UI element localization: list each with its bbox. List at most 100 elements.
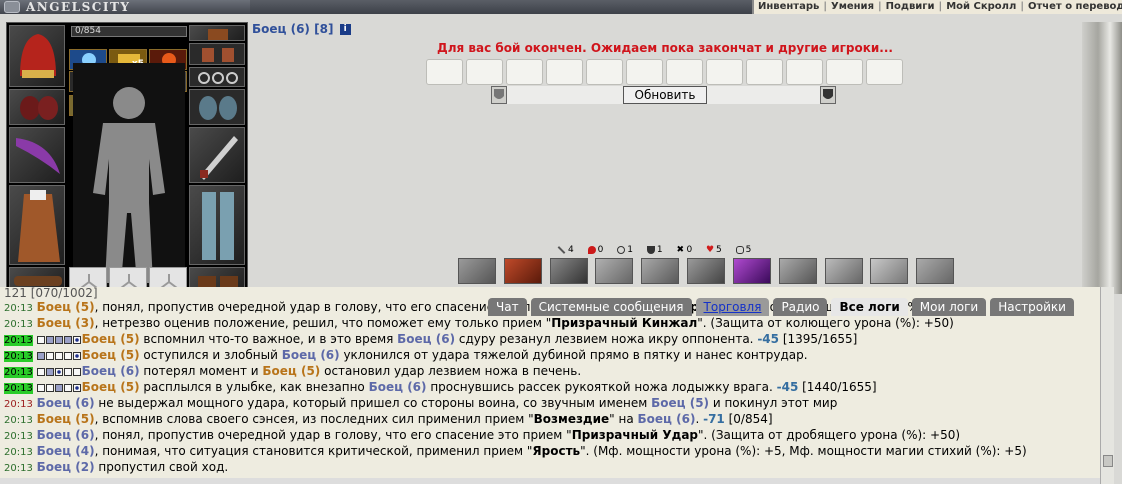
legs-slot[interactable]	[189, 185, 245, 265]
character-panel: 0/854 x5 x2 x5	[6, 22, 248, 294]
log-line: 20:13 Боец (5) расплылся в улыбке, как в…	[0, 379, 1100, 395]
menu-skills[interactable]: Умения	[827, 1, 878, 12]
decorative-art	[1082, 22, 1122, 294]
tab-system-messages[interactable]: Системные сообщения	[530, 298, 692, 316]
skill-button[interactable]	[870, 258, 909, 284]
earrings-slot[interactable]	[189, 43, 245, 65]
stats-row: 4 0 1 1 ✖ 0 ♥ 5 5	[557, 245, 762, 257]
skill-button[interactable]	[503, 258, 542, 284]
armor-slot[interactable]	[9, 185, 65, 265]
scroll-slot[interactable]	[826, 59, 863, 85]
scroll-slot[interactable]	[866, 59, 903, 85]
player-name[interactable]: Боец (5)	[37, 412, 95, 426]
log-text: и покинул этот мир	[709, 396, 838, 410]
armor-icon	[735, 245, 744, 254]
left-shield-icon	[491, 86, 507, 104]
skill-button[interactable]	[824, 258, 863, 284]
gloves-slot[interactable]	[189, 89, 245, 125]
skill-button[interactable]	[687, 258, 726, 284]
player-name[interactable]: Боец (6)	[369, 380, 427, 394]
skill-button[interactable]	[549, 258, 588, 284]
log-line: 20:13 Боец (5) оступился и злобный Боец …	[0, 347, 1100, 363]
log-text: сдуру резанул лезвием ножа икру оппонент…	[455, 332, 758, 346]
tab-trade[interactable]: Торговля	[695, 298, 770, 316]
log-text: [0/854]	[724, 412, 773, 426]
menu-transfer-report[interactable]: Отчет о переводе	[1024, 1, 1122, 12]
info-icon[interactable]: i	[339, 24, 351, 35]
player-name[interactable]: Боец (2)	[37, 460, 95, 474]
hit-zone-icon	[45, 384, 54, 392]
rings-slot[interactable]	[189, 67, 245, 87]
hit-zone-icon	[54, 352, 63, 360]
player-name[interactable]: Боец (6)	[37, 428, 95, 442]
log-text: Возмездие	[533, 412, 610, 426]
log-time: 20:13	[4, 303, 33, 314]
hit-zone-icon	[45, 336, 54, 344]
player-name[interactable]: Боец (6)	[82, 364, 140, 378]
player-name[interactable]: Боец (6)	[37, 396, 95, 410]
log-line: 20:13 Боец (5), вспомнив слова своего сэ…	[0, 411, 1100, 427]
log-lines: 20:13 Боец (5) , понял, пропустив очередн…	[0, 299, 1100, 475]
scroll-slot[interactable]	[746, 59, 783, 85]
player-name[interactable]: Боец (5)	[37, 300, 95, 314]
scroll-slot[interactable]	[666, 59, 703, 85]
player-name[interactable]: Боец (5)	[82, 380, 140, 394]
log-line: 20:13 Боец (5) вспомнил что-то важное, и…	[0, 331, 1100, 347]
scroll-slot[interactable]	[466, 59, 503, 85]
scroll-slot[interactable]	[786, 59, 823, 85]
skill-button[interactable]	[778, 258, 817, 284]
tab-radio[interactable]: Радио	[773, 298, 828, 316]
player-name[interactable]: Боец (3)	[37, 316, 95, 330]
scroll-slot[interactable]	[586, 59, 623, 85]
logo-text: ANGELSCITY	[26, 0, 131, 14]
log-line: 20:13 Боец (4), понимая, что ситуация ст…	[0, 443, 1100, 459]
player-name[interactable]: Боец (5)	[262, 364, 320, 378]
log-time: 20:13	[4, 351, 33, 362]
tab-settings[interactable]: Настройки	[990, 298, 1074, 316]
player-name[interactable]: Боец (5)	[82, 348, 140, 362]
scroll-slot[interactable]	[626, 59, 663, 85]
scroll-slot[interactable]	[706, 59, 743, 85]
skill-button[interactable]	[732, 258, 771, 284]
tab-all-logs[interactable]: Все логи	[831, 298, 908, 316]
log-text: пропустил свой ход.	[94, 460, 229, 474]
ring-row-slot[interactable]	[189, 25, 245, 41]
refresh-button[interactable]: Обновить	[623, 86, 707, 104]
rings-icon	[198, 72, 238, 84]
skill-button[interactable]	[458, 258, 496, 284]
weapon-right-slot[interactable]	[189, 127, 245, 183]
bracers-slot[interactable]	[9, 89, 65, 125]
blood-drop-icon	[587, 245, 596, 254]
log-text: " на	[609, 412, 638, 426]
player-name[interactable]: Боец (6)	[638, 412, 696, 426]
menu-inventory[interactable]: Инвентарь	[754, 1, 823, 12]
player-name[interactable]: Боец (6)	[282, 348, 340, 362]
helmet-slot[interactable]	[9, 25, 65, 87]
log-text: , вспомнив слова своего сэнсея, из после…	[94, 412, 534, 426]
hit-zone-icon	[36, 384, 45, 392]
opponent-name[interactable]: Боец (6)	[252, 22, 310, 36]
weapon-left-slot[interactable]	[9, 127, 65, 183]
player-name[interactable]: Боец (5)	[651, 396, 709, 410]
menu-achievements[interactable]: Подвиги	[882, 1, 939, 12]
log-text: , нетрезво оценив положение, решил, что …	[94, 316, 552, 330]
sword-icon	[200, 136, 238, 180]
tab-my-logs[interactable]: Мои логи	[911, 298, 987, 316]
log-text: [1440/1655]	[798, 380, 877, 394]
skill-button[interactable]	[595, 258, 634, 284]
scrollbar-thumb[interactable]	[1103, 455, 1113, 467]
scroll-slot[interactable]	[546, 59, 583, 85]
leg-armor-icon	[202, 192, 234, 260]
player-name[interactable]: Боец (5)	[82, 332, 140, 346]
hit-zone-icon	[45, 352, 54, 360]
scroll-slot[interactable]	[506, 59, 543, 85]
skill-button[interactable]	[916, 258, 955, 284]
tab-chat[interactable]: Чат	[488, 298, 527, 316]
hit-zone-icon	[72, 368, 81, 376]
scroll-slot[interactable]	[426, 59, 463, 85]
skill-button[interactable]	[641, 258, 680, 284]
menu-my-scroll[interactable]: Мой Скролл	[942, 1, 1020, 12]
player-name[interactable]: Боец (6)	[397, 332, 455, 346]
log-scrollbar[interactable]	[1100, 287, 1114, 484]
player-name[interactable]: Боец (4)	[37, 444, 95, 458]
